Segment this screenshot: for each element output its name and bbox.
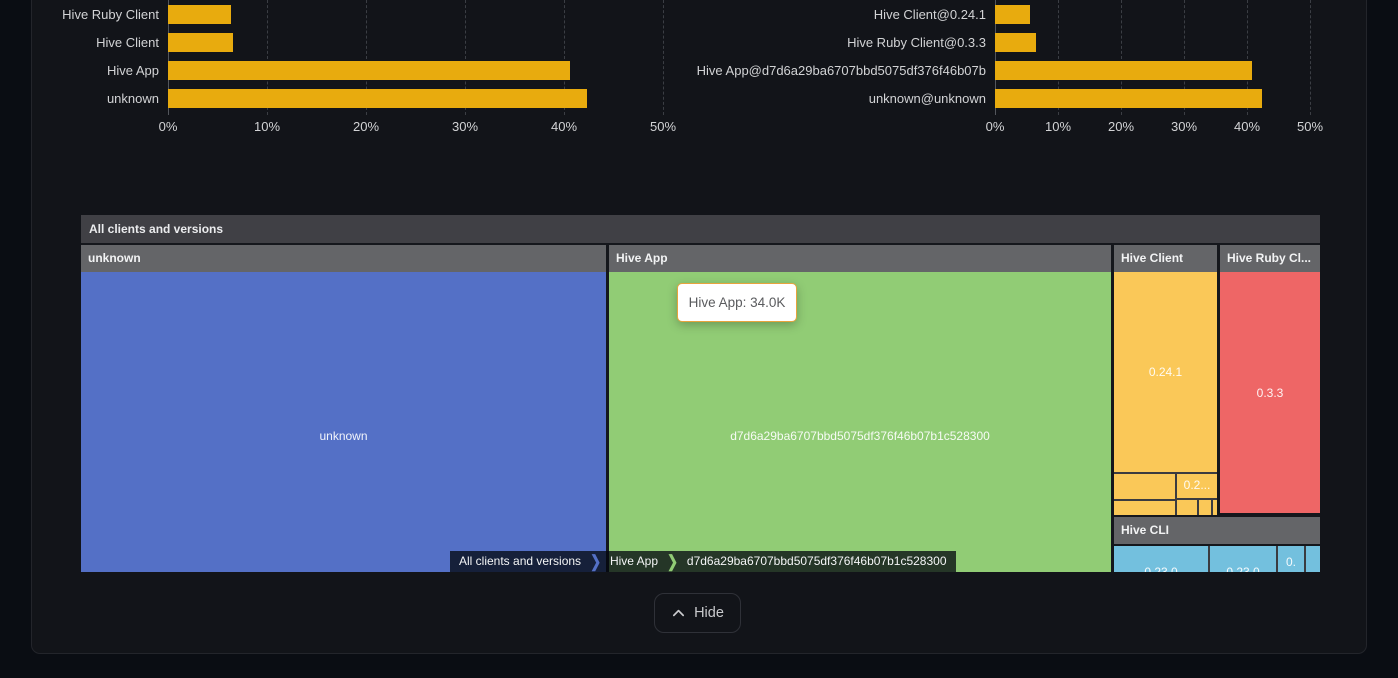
treemap-group-header-hive-ruby-client[interactable]: Hive Ruby Cl... xyxy=(1220,245,1320,272)
breadcrumb-item-hive-app[interactable]: Hive App xyxy=(601,551,667,572)
treemap-cell-hive-cli-0230[interactable]: 0.23.0 xyxy=(1114,546,1208,572)
tooltip: Hive App: 34.0K xyxy=(677,283,797,322)
treemap-title[interactable]: All clients and versions xyxy=(81,215,1320,243)
treemap-group-body-hive-client: 0.24.1 0.2... xyxy=(1114,272,1217,515)
treemap-cell-hive-client-minor[interactable] xyxy=(1213,500,1217,515)
chevron-up-icon xyxy=(671,606,686,620)
treemap-cell-label: unknown xyxy=(81,429,606,443)
bar-hive-app[interactable] xyxy=(168,61,570,80)
x-tick-label: 10% xyxy=(1033,119,1083,134)
treemap-cell-hive-client-02x[interactable]: 0.2... xyxy=(1177,474,1217,498)
category-label: unknown@unknown xyxy=(660,89,986,108)
chevron-right-icon: ❯ xyxy=(590,548,601,572)
category-label: Hive Ruby Client xyxy=(31,5,159,24)
category-label: Hive Client xyxy=(31,33,159,52)
x-tick-label: 50% xyxy=(1285,119,1335,134)
treemap-cell-label: 0.3.3 xyxy=(1220,386,1320,400)
treemap-cell-label: 0.23.0 xyxy=(1210,565,1276,572)
category-label: Hive Ruby Client@0.3.3 xyxy=(660,33,986,52)
treemap-cell-unknown[interactable]: unknown xyxy=(81,272,606,572)
x-tick-label: 20% xyxy=(341,119,391,134)
treemap-cell-hive-client-0241[interactable]: 0.24.1 xyxy=(1114,272,1217,472)
treemap-group-header-hive-client[interactable]: Hive Client xyxy=(1114,245,1217,272)
breadcrumb-item-hash[interactable]: d7d6a29ba6707bbd5075df376f46b07b1c528300 xyxy=(678,551,956,572)
category-label: Hive App xyxy=(31,61,159,80)
category-label: Hive App@d7d6a29ba6707bbd5075df376f46b07… xyxy=(660,61,986,80)
treemap-cell-label: 0.2... xyxy=(1177,478,1217,492)
treemap-cell-hive-client-minor[interactable] xyxy=(1114,474,1175,499)
treemap-breadcrumb: All clients and versions ❯ Hive App ❯ d7… xyxy=(450,551,956,572)
hide-button-label: Hide xyxy=(694,605,724,621)
treemap-cell-hive-cli-0230b[interactable]: 0.23.0 xyxy=(1210,546,1276,572)
bar-hive-ruby-client[interactable] xyxy=(168,5,231,24)
bar-hive-ruby-client-0-3-3[interactable] xyxy=(995,33,1036,52)
gridline xyxy=(1310,0,1311,115)
treemap-cell-label: 0.24.1 xyxy=(1114,365,1217,379)
x-tick-label: 40% xyxy=(1222,119,1272,134)
chevron-right-icon: ❯ xyxy=(667,548,678,572)
treemap-cell-hive-cli-0x[interactable]: 0. xyxy=(1278,546,1304,572)
category-label: unknown xyxy=(31,89,159,108)
treemap-cell-hive-ruby-client-033[interactable]: 0.3.3 xyxy=(1220,272,1320,513)
bar-hive-client[interactable] xyxy=(168,33,233,52)
x-tick-label: 0% xyxy=(143,119,193,134)
dashboard-page: 0% 10% 20% 30% 40% 50% Hive Ruby Client Hive Cl… xyxy=(0,0,1398,678)
x-tick-label: 30% xyxy=(440,119,490,134)
treemap-cell-hive-cli-minor[interactable] xyxy=(1306,546,1320,572)
treemap-group-body-hive-cli: 0.23.0 0.23.0 0. xyxy=(1114,546,1320,572)
treemap-cell-hive-client-minor[interactable] xyxy=(1177,500,1197,515)
clients-bar-chart: 0%10%20%30%40%50%Hive Ruby ClientHive Cl… xyxy=(31,0,676,140)
treemap-group-header-hive-app[interactable]: Hive App xyxy=(609,245,1111,272)
client-versions-bar-chart: 0% 10% 20% 30% 40% 50% Hive Client@0.24.1 Hive … xyxy=(660,0,1332,140)
x-tick-label: 0% xyxy=(970,119,1020,134)
clients-versions-treemap: All clients and versions unknown Hive Ap… xyxy=(81,215,1320,572)
tooltip-text: Hive App: 34.0K xyxy=(689,295,786,310)
treemap-cell-label: 0.23.0 xyxy=(1114,565,1208,572)
treemap-cell-label: d7d6a29ba6707bbd5075df376f46b07b1c528300 xyxy=(609,429,1111,443)
x-tick-label: 10% xyxy=(242,119,292,134)
bar-hive-app-d7d6a29ba6707bbd5075df376f46b07b[interactable] xyxy=(995,61,1252,80)
treemap-group-header-hive-cli[interactable]: Hive CLI xyxy=(1114,517,1320,544)
x-tick-label: 30% xyxy=(1159,119,1209,134)
breadcrumb-item-all-clients[interactable]: All clients and versions xyxy=(450,551,590,572)
bar-hive-client-0-24-1[interactable] xyxy=(995,5,1030,24)
treemap-cell-hive-client-minor[interactable] xyxy=(1114,501,1175,515)
bar-unknown[interactable] xyxy=(168,89,587,108)
treemap-group-header-unknown[interactable]: unknown xyxy=(81,245,606,272)
x-tick-label: 40% xyxy=(539,119,589,134)
hide-button[interactable]: Hide xyxy=(654,593,741,633)
x-tick-label: 20% xyxy=(1096,119,1146,134)
bar-unknown-unknown[interactable] xyxy=(995,89,1262,108)
treemap-cell-label: 0. xyxy=(1278,555,1304,569)
treemap-cell-hive-client-minor[interactable] xyxy=(1199,500,1211,515)
category-label: Hive Client@0.24.1 xyxy=(660,5,986,24)
